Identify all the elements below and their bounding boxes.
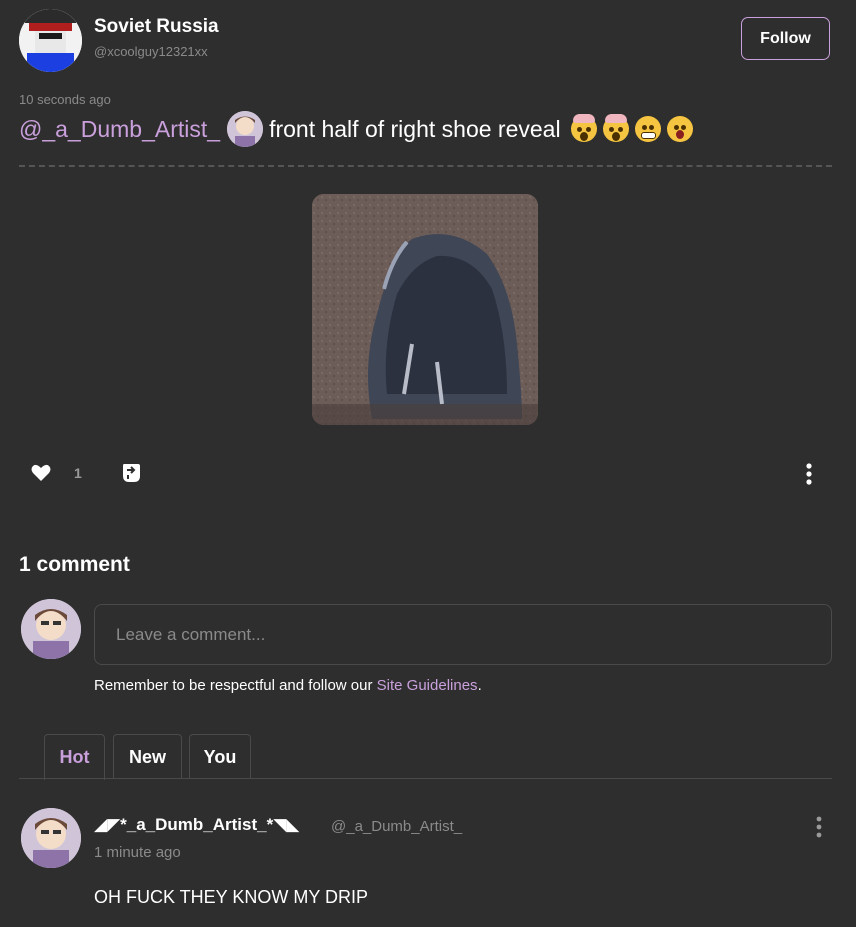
more-vertical-icon (806, 463, 812, 485)
comments-heading: 1 comment (19, 553, 130, 576)
author-handle: @xcoolguy12321xx (94, 44, 208, 59)
like-button[interactable] (30, 462, 52, 484)
post-timestamp: 10 seconds ago (19, 92, 111, 107)
comment-more-options-button[interactable] (811, 814, 827, 840)
author-name[interactable]: Soviet Russia (94, 16, 219, 38)
heart-icon (31, 464, 51, 481)
exploding-head-icon (602, 114, 629, 142)
comment-body: OH FUCK THEY KNOW MY DRIP (94, 887, 369, 907)
guidelines-suffix: . (477, 677, 482, 694)
more-vertical-icon (816, 816, 822, 838)
grimacing-face-icon (634, 116, 661, 142)
follow-button[interactable]: Follow (741, 17, 830, 60)
tab-you[interactable]: You (189, 734, 251, 779)
exploding-head-icon (570, 114, 597, 142)
post-text: @_a_Dumb_Artist_ front half of right sho… (19, 111, 693, 147)
tab-new[interactable]: New (113, 734, 182, 779)
tab-hot[interactable]: Hot (44, 734, 105, 780)
mention-link[interactable]: @_a_Dumb_Artist_ (19, 116, 220, 143)
site-guidelines-link[interactable]: Site Guidelines (377, 677, 478, 694)
post-more-options-button[interactable] (800, 461, 818, 487)
guidelines-text: Remember to be respectful and follow our (94, 677, 377, 694)
share-icon (123, 464, 140, 482)
commenter-display-name[interactable]: ◢◤*_a_Dumb_Artist_*◥◣ (94, 815, 299, 835)
commenter-avatar[interactable] (21, 808, 81, 868)
commenter-handle: @_a_Dumb_Artist_ (331, 818, 463, 835)
post-divider (19, 165, 832, 167)
share-button[interactable] (120, 461, 142, 485)
author-avatar[interactable] (19, 9, 82, 72)
comment-timestamp: 1 minute ago (94, 844, 181, 861)
guidelines-note: Remember to be respectful and follow our… (94, 677, 482, 694)
viewer-avatar[interactable] (21, 599, 81, 659)
post-image[interactable] (312, 194, 538, 425)
comment-input[interactable] (94, 604, 832, 665)
post-body-text: front half of right shoe reveal (269, 115, 561, 142)
tabs-divider (19, 778, 832, 779)
astonished-face-icon (666, 116, 693, 142)
like-count: 1 (74, 465, 82, 481)
mention-avatar-icon (227, 111, 264, 147)
